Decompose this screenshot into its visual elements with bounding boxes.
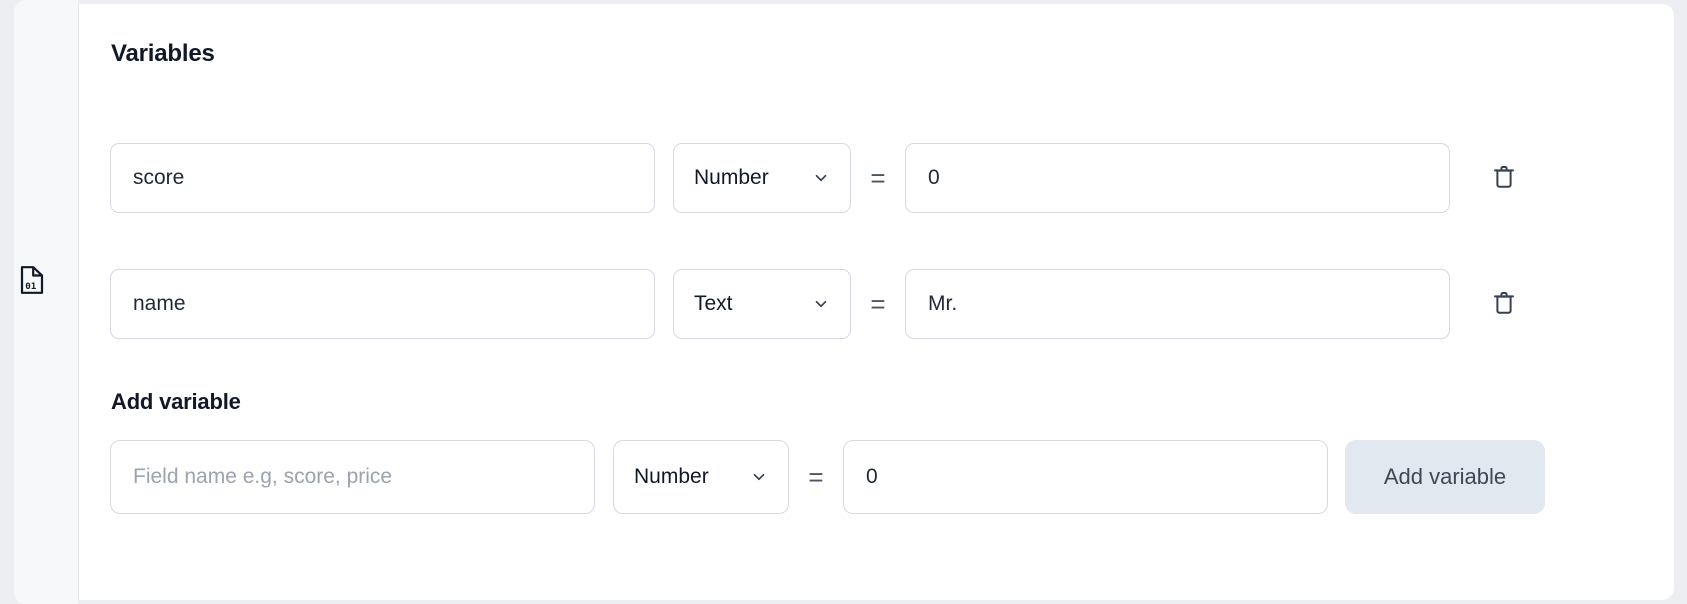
trash-icon — [1492, 290, 1516, 319]
chevron-down-icon — [812, 169, 830, 187]
chevron-down-icon — [812, 295, 830, 313]
new-variable-value-input[interactable]: 0 — [843, 440, 1328, 514]
variable-value-input[interactable]: Mr. — [905, 269, 1450, 339]
svg-text:01: 01 — [25, 281, 37, 292]
variable-type-select[interactable]: Number — [673, 143, 851, 213]
equals-separator: = — [870, 162, 886, 193]
delete-variable-button[interactable] — [1484, 284, 1524, 324]
variable-name-input[interactable]: score — [110, 143, 655, 213]
delete-variable-button[interactable] — [1484, 158, 1524, 198]
new-variable-type-select[interactable]: Number — [613, 440, 789, 514]
new-variable-name-input[interactable]: Field name e.g, score, price — [110, 440, 595, 514]
trash-icon — [1492, 164, 1516, 193]
variable-name-input[interactable]: name — [110, 269, 655, 339]
chevron-down-icon — [750, 468, 768, 486]
variable-row: name Text = Mr. — [110, 269, 1650, 339]
add-variable-row: Field name e.g, score, price Number = 0 … — [110, 440, 1650, 514]
file-binary-icon[interactable]: 01 — [14, 262, 50, 298]
add-variable-heading: Add variable — [111, 389, 241, 414]
app-root: 01 Variables score Number = 0 name Text … — [0, 0, 1687, 604]
variables-panel: Variables score Number = 0 name Text = M… — [79, 4, 1674, 600]
new-variable-type-value: Number — [634, 465, 709, 488]
variable-type-value: Number — [694, 166, 769, 189]
add-variable-button[interactable]: Add variable — [1345, 440, 1545, 514]
variable-value-input[interactable]: 0 — [905, 143, 1450, 213]
variable-type-value: Text — [694, 292, 733, 315]
variable-row: score Number = 0 — [110, 143, 1650, 213]
equals-separator: = — [870, 288, 886, 319]
variable-type-select[interactable]: Text — [673, 269, 851, 339]
page-title: Variables — [111, 40, 215, 67]
equals-separator: = — [808, 461, 824, 492]
left-rail — [14, 0, 78, 604]
